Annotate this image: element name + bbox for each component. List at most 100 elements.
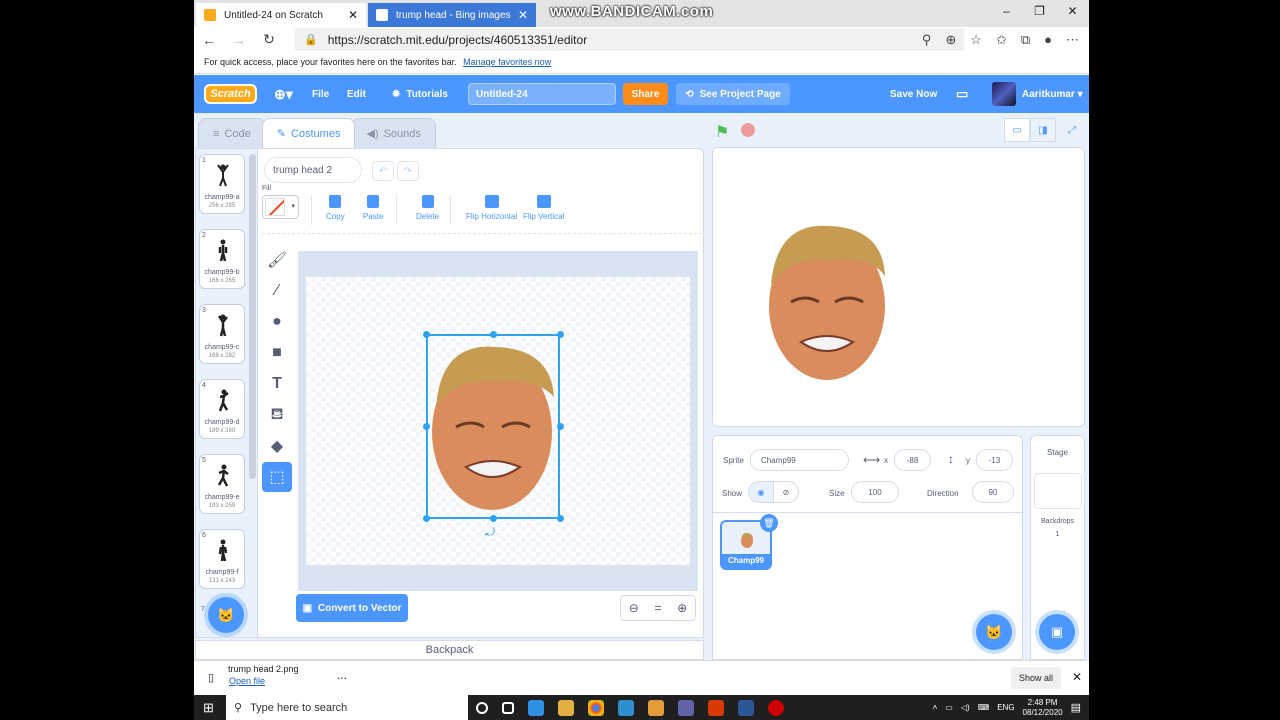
choose-sprite-button[interactable]: 🐱	[976, 614, 1012, 650]
task-view-icon[interactable]	[502, 701, 514, 714]
manage-favorites-link[interactable]: Manage favorites now	[463, 57, 551, 67]
resize-handle[interactable]	[423, 331, 430, 338]
costume-tile[interactable]: 3 champ99-c 168 x 282	[199, 304, 245, 364]
favorite-star-icon[interactable]: ☆	[970, 32, 982, 48]
resize-handle[interactable]	[490, 331, 497, 338]
x-input[interactable]: -88	[894, 449, 931, 471]
resize-handle[interactable]	[490, 515, 497, 522]
stage-sprite-head[interactable]	[765, 218, 889, 383]
close-tab-icon[interactable]: ✕	[348, 8, 358, 22]
rotate-handle-icon[interactable]: ⤾	[485, 525, 495, 540]
zoom-in-icon[interactable]: ⊕	[677, 601, 687, 615]
show-all-button[interactable]: Show all	[1011, 667, 1061, 689]
keyboard-icon[interactable]: ⌨	[978, 703, 990, 712]
delete-sprite-icon[interactable]: 🗑	[760, 514, 778, 532]
forward-icon[interactable]: →	[224, 32, 254, 48]
save-now-button[interactable]: Save Now	[890, 75, 937, 113]
costume-tile[interactable]: 2 champ99-b 166 x 265	[199, 229, 245, 289]
share-button[interactable]: Share	[623, 83, 668, 105]
find-icon[interactable]: ⚲	[922, 32, 932, 48]
back-icon[interactable]: ←	[194, 32, 224, 48]
file-menu[interactable]: File	[312, 75, 329, 113]
sprite-name-input[interactable]: Champ99	[750, 449, 849, 471]
resize-handle[interactable]	[557, 423, 564, 430]
network-icon[interactable]: ▭	[945, 703, 953, 712]
brush-tool-icon[interactable]: 🖌	[262, 245, 292, 275]
large-stage-icon[interactable]: ◨	[1030, 118, 1056, 142]
tab-bing[interactable]: trump head - Bing images ✕	[368, 3, 536, 27]
tab-scratch[interactable]: Untitled-24 on Scratch ✕	[196, 3, 366, 27]
language-indicator[interactable]: ENG	[997, 703, 1014, 712]
fill-bucket-icon[interactable]: ⛾	[262, 400, 292, 430]
undo-icon[interactable]: ↶	[372, 161, 394, 181]
chrome-icon[interactable]	[588, 699, 604, 716]
edit-menu[interactable]: Edit	[347, 75, 366, 113]
zoom-out-icon[interactable]: ⊖	[629, 601, 639, 615]
choose-backdrop-button[interactable]: ▣	[1039, 614, 1075, 650]
restore-icon[interactable]: ❐	[1023, 0, 1056, 22]
line-tool-icon[interactable]: ⁄	[262, 276, 292, 306]
windows-start-icon[interactable]: ⊞	[203, 700, 214, 716]
minimize-icon[interactable]: –	[990, 0, 1023, 22]
paste-button[interactable]: Paste	[363, 195, 383, 221]
tray-arrow-icon[interactable]: ˄	[933, 703, 938, 712]
resize-handle[interactable]	[557, 515, 564, 522]
file-explorer-icon[interactable]	[558, 699, 574, 716]
eraser-tool-icon[interactable]: ◆	[262, 431, 292, 461]
stage-view[interactable]	[712, 147, 1085, 427]
cortana-icon[interactable]	[476, 701, 488, 714]
show-hidden-eye-icon[interactable]: ⊘	[773, 481, 799, 503]
teams-icon[interactable]	[678, 699, 694, 716]
choose-costume-button[interactable]: 🐱	[208, 597, 244, 633]
convert-to-vector-button[interactable]: ▣ Convert to Vector	[296, 594, 408, 622]
tab-sounds[interactable]: ◀) Sounds	[351, 118, 436, 148]
taskbar-search[interactable]: ⚲ Type here to search	[226, 695, 468, 720]
small-stage-icon[interactable]: ▭	[1004, 118, 1030, 142]
zoom-icon[interactable]: ⊕	[945, 32, 956, 48]
acrobat-icon[interactable]	[708, 699, 724, 716]
word-icon[interactable]	[738, 699, 754, 716]
app-icon[interactable]	[648, 699, 664, 716]
username[interactable]: Aaritkumar ▾	[1022, 75, 1083, 113]
zoom-reset-button[interactable]: =	[654, 601, 661, 615]
size-input[interactable]: 100	[851, 481, 899, 503]
clock[interactable]: 2:48 PM 08/12/2020	[1023, 698, 1063, 718]
tutorials-button[interactable]: ✹ Tutorials	[392, 75, 448, 113]
costume-tile[interactable]: 6 champ99-f 131 x 243	[199, 529, 245, 589]
costume-name-input[interactable]: trump head 2	[264, 157, 362, 183]
close-tab-icon[interactable]: ✕	[518, 8, 528, 22]
see-project-page-button[interactable]: ⟲ See Project Page	[676, 83, 790, 105]
edge-new-icon[interactable]	[618, 699, 634, 716]
flip-vertical-button[interactable]: Flip Vertical	[523, 195, 564, 221]
fullscreen-icon[interactable]: ⤢	[1059, 118, 1085, 142]
show-visible-eye-icon[interactable]: ◉	[748, 481, 774, 503]
project-title-input[interactable]: Untitled-24	[468, 83, 616, 105]
stage-selector[interactable]: Stage Backdrops 1 ▣	[1030, 435, 1085, 660]
costume-tile[interactable]: 5 champ99-e 193 x 259	[199, 454, 245, 514]
stage-thumbnail[interactable]	[1033, 473, 1082, 509]
open-file-link[interactable]: Open file	[229, 676, 265, 686]
text-tool-icon[interactable]: T	[262, 369, 292, 399]
costume-tile[interactable]: 4 champ99-d 189 x 280	[199, 379, 245, 439]
close-window-icon[interactable]: ✕	[1056, 0, 1089, 22]
bandicam-record-icon[interactable]	[768, 699, 784, 716]
notifications-icon[interactable]: ▤	[1071, 701, 1081, 714]
download-more-button[interactable]: ...	[337, 668, 347, 682]
my-stuff-folder-icon[interactable]: ▭	[956, 75, 968, 113]
costume-list-scrollbar[interactable]	[249, 154, 256, 479]
circle-tool-icon[interactable]: ●	[262, 307, 292, 337]
resize-handle[interactable]	[423, 423, 430, 430]
edge-icon[interactable]	[528, 699, 544, 716]
url-field[interactable]: 🔒 https://scratch.mit.edu/projects/46051…	[294, 28, 964, 51]
direction-input[interactable]: 90	[972, 481, 1014, 503]
flip-horizontal-button[interactable]: Flip Horizontal	[466, 195, 517, 221]
stop-icon[interactable]	[741, 123, 755, 137]
resize-handle[interactable]	[557, 331, 564, 338]
profile-icon[interactable]: ●	[1044, 32, 1052, 47]
fill-color-picker[interactable]: ▾	[262, 195, 299, 219]
language-globe-icon[interactable]: ⊕▾	[274, 75, 293, 113]
backpack-bar[interactable]: Backpack	[195, 640, 704, 660]
costume-tile[interactable]: 1 champ99-a 256 x 285	[199, 154, 245, 214]
green-flag-icon[interactable]: ⚑	[715, 122, 729, 142]
resize-handle[interactable]	[423, 515, 430, 522]
